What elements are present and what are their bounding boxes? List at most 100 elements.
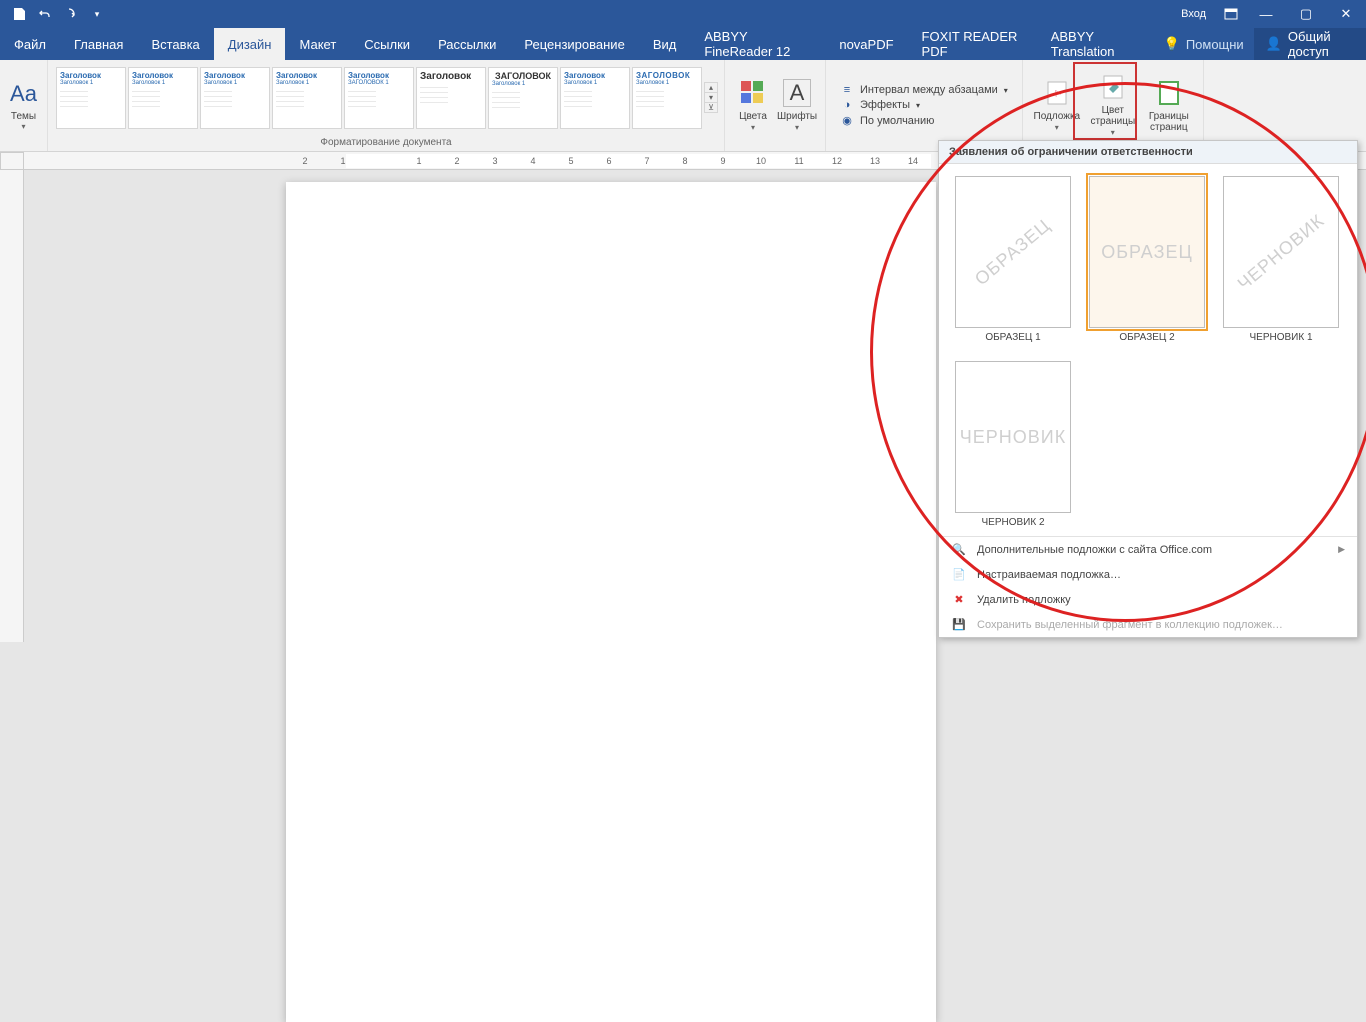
remove-icon: ✖ [951, 593, 967, 606]
style-set-item[interactable]: ЗАГОЛОВОКЗаголовок 1————————————————————… [488, 67, 558, 129]
tab-layout[interactable]: Макет [285, 28, 350, 60]
ruler-tick: 13 [856, 156, 894, 166]
watermark-icon: A [1043, 79, 1071, 107]
title-bar: ▾ Вход — ▢ ✕ [0, 0, 1366, 28]
style-set-item[interactable]: ЗаголовокЗаголовок 1————————————————————… [56, 67, 126, 129]
gallery-more-icon[interactable]: ⊻ [705, 102, 717, 112]
spacing-icon: ≡ [840, 84, 854, 96]
ribbon-display-options-icon[interactable] [1216, 8, 1246, 20]
tab-home[interactable]: Главная [60, 28, 137, 60]
style-set-item[interactable]: ЗаголовокЗАГОЛОВОК 1————————————————————… [344, 67, 414, 129]
gallery-scroll: ▴ ▾ ⊻ [704, 82, 718, 113]
share-icon: 👤 [1266, 36, 1282, 52]
ruler-tick: 3 [476, 156, 514, 166]
close-button[interactable]: ✕ [1326, 0, 1366, 28]
watermark-item[interactable]: ОБРАЗЕЦОБРАЗЕЦ 1 [955, 176, 1071, 343]
custom-watermark[interactable]: 📄 Настраиваемая подложка… [939, 562, 1357, 587]
ruler-tick: 6 [590, 156, 628, 166]
paragraph-spacing-button[interactable]: ≡Интервал между абзацами ▾ [840, 84, 1008, 96]
custom-watermark-icon: 📄 [951, 568, 967, 581]
effects-icon: ◑ [840, 99, 854, 111]
share-button[interactable]: 👤 Общий доступ [1254, 28, 1366, 60]
tab-references[interactable]: Ссылки [350, 28, 424, 60]
ruler-tick: 1 [324, 156, 362, 166]
watermark-button[interactable]: A Подложка▾ [1029, 75, 1085, 137]
office-icon: 🔍 [951, 543, 967, 556]
vertical-ruler[interactable] [0, 170, 24, 642]
watermark-label: Подложка [1034, 111, 1081, 122]
themes-icon: Aa [6, 81, 41, 107]
style-set-item[interactable]: ЗаголовокЗаголовок 1————————————————————… [128, 67, 198, 129]
ruler-corner [0, 152, 24, 170]
style-set-item[interactable]: ЗаголовокЗаголовок 1————————————————————… [560, 67, 630, 129]
window-buttons: — ▢ ✕ [1246, 0, 1366, 28]
ruler-tick: 11 [780, 156, 818, 166]
ruler-tick: 5 [552, 156, 590, 166]
ruler-tick: 2 [438, 156, 476, 166]
share-label: Общий доступ [1288, 29, 1354, 59]
tab-novapdf[interactable]: novaPDF [825, 28, 907, 60]
redo-icon[interactable] [60, 3, 82, 25]
tab-foxit[interactable]: FOXIT READER PDF [908, 28, 1037, 60]
bulb-icon: 💡 [1164, 36, 1180, 52]
watermark-grid: ОБРАЗЕЦОБРАЗЕЦ 1ОБРАЗЕЦОБРАЗЕЦ 2ЧЕРНОВИК… [939, 164, 1357, 536]
page-borders-icon [1155, 79, 1183, 107]
tab-file[interactable]: Файл [0, 28, 60, 60]
watermark-item[interactable]: ОБРАЗЕЦОБРАЗЕЦ 2 [1089, 176, 1205, 343]
style-set-item[interactable]: ЗАГОЛОВОКЗаголовок 1————————————————————… [632, 67, 702, 129]
dropdown-header: Заявления об ограничении ответственности [939, 141, 1357, 164]
watermark-item[interactable]: ЧЕРНОВИКЧЕРНОВИК 1 [1223, 176, 1339, 343]
fonts-label: Шрифты [777, 111, 817, 122]
tab-abbyy[interactable]: ABBYY FineReader 12 [690, 28, 825, 60]
gallery-up-icon[interactable]: ▴ [705, 83, 717, 92]
style-set-item[interactable]: ЗаголовокЗаголовок 1————————————————————… [200, 67, 270, 129]
fonts-button[interactable]: A Шрифты▾ [775, 75, 819, 137]
dropdown-menu: 🔍 Дополнительные подложки с сайта Office… [939, 536, 1357, 637]
ribbon: Aa Темы ▾ ЗаголовокЗаголовок 1——————————… [0, 60, 1366, 152]
ruler-tick: 12 [818, 156, 856, 166]
ruler-tick: 1 [400, 156, 438, 166]
page-borders-label: Границы страниц [1149, 111, 1189, 133]
effects-button[interactable]: ◑Эффекты ▾ [840, 99, 1008, 111]
page-color-button[interactable]: Цвет страницы▾ [1085, 69, 1141, 142]
ruler-tick: 10 [742, 156, 780, 166]
watermark-item[interactable]: ЧЕРНОВИКЧЕРНОВИК 2 [955, 361, 1071, 528]
tab-view[interactable]: Вид [639, 28, 691, 60]
options-column: ≡Интервал между абзацами ▾ ◑Эффекты ▾ ◉П… [832, 80, 1016, 131]
colors-icon [739, 79, 767, 107]
gallery-down-icon[interactable]: ▾ [705, 92, 717, 102]
maximize-button[interactable]: ▢ [1286, 0, 1326, 28]
ruler-tick: 8 [666, 156, 704, 166]
group-themes: Aa Темы ▾ [0, 60, 48, 151]
save-icon[interactable] [8, 3, 30, 25]
tab-mailings[interactable]: Рассылки [424, 28, 510, 60]
qat-customize-icon[interactable]: ▾ [86, 3, 108, 25]
style-set-gallery[interactable]: ЗаголовокЗаголовок 1————————————————————… [54, 65, 704, 131]
login-link[interactable]: Вход [1171, 8, 1216, 20]
style-set-item[interactable]: Заголовок———————————————————————————— [416, 67, 486, 129]
save-selection-icon: 💾 [951, 618, 967, 631]
document-page[interactable] [286, 182, 936, 1022]
group-colors-fonts: Цвета▾ A Шрифты▾ [725, 60, 826, 151]
colors-label: Цвета [739, 111, 767, 122]
page-borders-button[interactable]: Границы страниц [1141, 75, 1197, 137]
group-options: ≡Интервал между абзацами ▾ ◑Эффекты ▾ ◉П… [826, 60, 1023, 151]
tab-review[interactable]: Рецензирование [510, 28, 638, 60]
group-document-formatting: ЗаголовокЗаголовок 1————————————————————… [48, 60, 725, 151]
watermark-dropdown: Заявления об ограничении ответственности… [938, 140, 1358, 638]
page-color-icon [1099, 73, 1127, 101]
set-default-button[interactable]: ◉По умолчанию [840, 114, 1008, 127]
group-label-doc-formatting: Форматирование документа [48, 135, 724, 151]
colors-button[interactable]: Цвета▾ [731, 75, 775, 137]
undo-icon[interactable] [34, 3, 56, 25]
remove-watermark[interactable]: ✖ Удалить подложку [939, 587, 1357, 612]
tell-me[interactable]: 💡 Помощни [1154, 28, 1254, 60]
fonts-icon: A [783, 79, 811, 107]
themes-button[interactable]: Aa Темы ▾ [6, 81, 41, 131]
tab-insert[interactable]: Вставка [137, 28, 213, 60]
tab-abbyy-translation[interactable]: ABBYY Translation [1037, 28, 1154, 60]
tab-design[interactable]: Дизайн [214, 28, 286, 60]
minimize-button[interactable]: — [1246, 0, 1286, 28]
more-office-watermarks[interactable]: 🔍 Дополнительные подложки с сайта Office… [939, 537, 1357, 562]
style-set-item[interactable]: ЗаголовокЗаголовок 1————————————————————… [272, 67, 342, 129]
